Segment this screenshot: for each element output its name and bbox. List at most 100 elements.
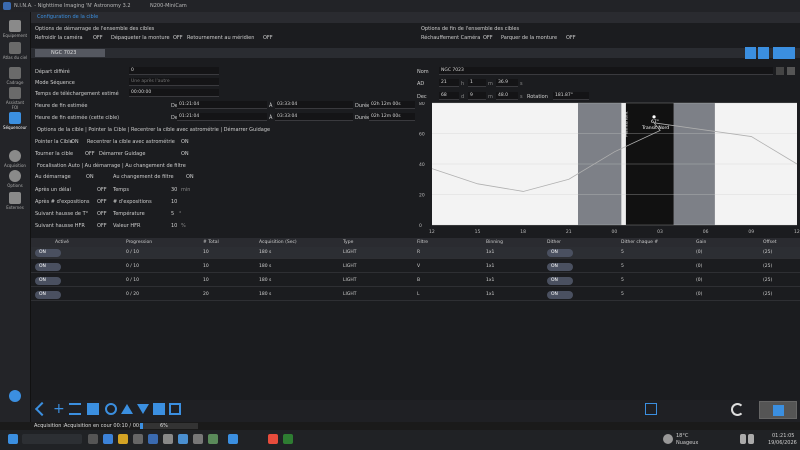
app-icon[interactable] [208,434,218,444]
sidebar-item-plugins[interactable]: Externes [2,192,28,210]
cell-total[interactable]: 20 [203,289,209,301]
af-time-value[interactable]: 30 [171,187,177,193]
cell-filter[interactable]: V [417,261,420,273]
sidebar-item-fov-assistant[interactable]: Assistant FOI [2,87,28,110]
cell-dither-every[interactable]: 5 [621,275,624,287]
chrome-icon[interactable] [268,434,278,444]
cell-exposure[interactable]: 180 s [259,261,271,273]
af-hfr-toggle[interactable]: OFF [97,223,107,229]
back-icon[interactable] [34,401,50,417]
next-target-button[interactable] [758,47,769,59]
save-icon[interactable] [153,403,165,415]
enabled-toggle[interactable]: ON [35,249,61,257]
park-mount-toggle[interactable]: OFF [566,35,576,41]
cell-binning[interactable]: 1x1 [486,275,494,287]
cell-type[interactable]: LIGHT [343,261,356,273]
explorer-icon[interactable] [118,434,128,444]
cell-offset[interactable]: (25) [763,261,772,273]
menu-icon[interactable] [787,67,795,75]
app-icon[interactable] [283,434,293,444]
cell-gain[interactable]: (0) [696,247,702,259]
target-tab[interactable]: NGC 7023 [35,49,105,57]
app-icon[interactable] [178,434,188,444]
af-temperature-value[interactable]: 5 [171,211,174,217]
cell-binning[interactable]: 1x1 [486,261,494,273]
cell-total[interactable]: 10 [203,247,209,259]
enabled-toggle[interactable]: ON [35,291,61,299]
ra-minutes[interactable]: 1 [468,79,486,87]
af-nexp-value[interactable]: 10 [171,199,177,205]
cell-gain[interactable]: (0) [696,275,702,287]
edge-icon[interactable] [103,434,113,444]
load-icon[interactable] [169,403,181,415]
list-icon[interactable] [69,403,81,415]
af-exposures-toggle[interactable]: OFF [97,199,107,205]
reset-icon[interactable] [105,403,117,415]
sidebar-item-sequencer[interactable]: Séquenceur [2,112,28,130]
task-view-icon[interactable] [88,434,98,444]
cell-type[interactable]: LIGHT [343,289,356,301]
dither-toggle[interactable]: ON [547,291,573,299]
cell-exposure[interactable]: 180 s [259,275,271,287]
start-guide-toggle[interactable]: ON [181,151,189,157]
cell-offset[interactable]: (25) [763,247,772,259]
meridian-toggle[interactable]: OFF [263,35,273,41]
rotate-target-toggle[interactable]: OFF [85,151,95,157]
cell-offset[interactable]: (25) [763,275,772,287]
target-name-input[interactable]: NGC 7023 [439,67,773,75]
sidebar-item-framing[interactable]: Cadrage [2,67,28,85]
dl-time-input[interactable]: 00:00:00 [129,89,219,97]
move-down-icon[interactable] [137,404,149,414]
app-icon[interactable] [163,434,173,444]
cell-exposure[interactable]: 180 s [259,289,271,301]
wifi-icon[interactable] [740,434,746,444]
warm-camera-toggle[interactable]: OFF [483,35,493,41]
add-target-button[interactable] [773,47,795,59]
cell-filter[interactable]: R [417,247,420,259]
add-icon[interactable]: + [53,402,65,416]
stop-sequence-button[interactable] [759,401,797,419]
dither-toggle[interactable]: ON [547,249,573,257]
tab-target-config[interactable]: Configuration de la cible [31,12,800,23]
search-icon[interactable] [776,67,784,75]
volume-icon[interactable] [748,434,754,444]
enabled-toggle[interactable]: ON [35,263,61,271]
cell-gain[interactable]: (0) [696,261,702,273]
rotation-input[interactable]: 181.87° [553,92,589,100]
ra-hours[interactable]: 21 [439,79,459,87]
af-start-toggle[interactable]: ON [86,174,94,180]
cool-camera-toggle[interactable]: OFF [93,35,103,41]
cell-type[interactable]: LIGHT [343,275,356,287]
cell-offset[interactable]: (25) [763,289,772,301]
edit-icon[interactable] [645,403,657,415]
table-row[interactable]: ON 0 / 10 10 180 s LIGHT V 1x1 ON 5 (0) (25) [31,261,800,273]
cell-dither-every[interactable]: 5 [621,261,624,273]
windows-icon[interactable] [8,434,18,444]
cell-binning[interactable]: 1x1 [486,289,494,301]
recenter-toggle[interactable]: ON [181,139,189,145]
sidebar-item-acquisition[interactable]: Acquisition [2,150,28,168]
dither-toggle[interactable]: ON [547,277,573,285]
cell-exposure[interactable]: 180 s [259,247,271,259]
cell-type[interactable]: LIGHT [343,247,356,259]
af-delay-toggle[interactable]: OFF [97,187,107,193]
cell-gain[interactable]: (0) [696,289,702,301]
sidebar-item-sky-atlas[interactable]: Atlas du ciel [2,42,28,60]
enabled-toggle[interactable]: ON [35,277,61,285]
dec-seconds[interactable]: 48.0 [496,92,518,100]
ra-seconds[interactable]: 36.9 [496,79,518,87]
cell-filter[interactable]: B [417,275,420,287]
seq-mode-select[interactable]: Une après l'autre [129,78,219,86]
cell-filter[interactable]: L [417,289,420,301]
sidebar-item-equipment[interactable]: Equipement [2,20,28,38]
cell-total[interactable]: 10 [203,261,209,273]
app-icon[interactable] [133,434,143,444]
app-icon[interactable] [193,434,203,444]
dither-toggle[interactable]: ON [547,263,573,271]
dec-degrees[interactable]: 68 [439,92,459,100]
af-filter-toggle[interactable]: ON [186,174,194,180]
nina-icon[interactable] [148,434,158,444]
cell-dither-every[interactable]: 5 [621,247,624,259]
cell-dither-every[interactable]: 5 [621,289,624,301]
cell-binning[interactable]: 1x1 [486,247,494,259]
